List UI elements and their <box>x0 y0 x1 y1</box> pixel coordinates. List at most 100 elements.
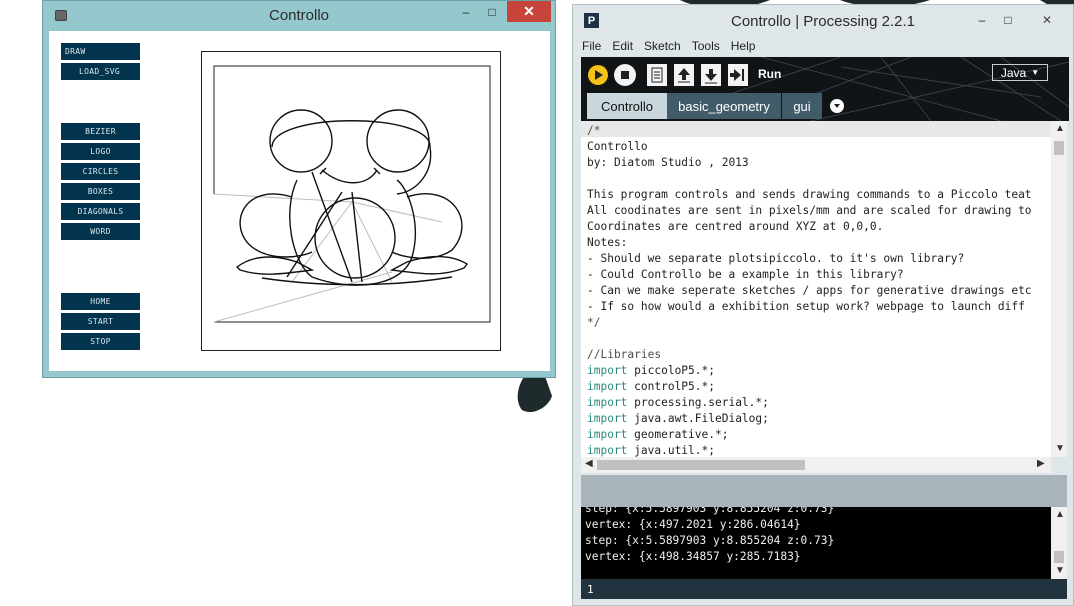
console-line: step: {x:5.5897903 y:8.855204 z:0.73} <box>585 507 835 515</box>
title-bar[interactable]: Controllo – □ ✕ <box>43 1 555 31</box>
controllo-sketch-window: Controllo – □ ✕ DRAW LOAD_SVG BEZIER LOG… <box>42 0 556 378</box>
load-svg-label: LOAD_SVG <box>79 67 120 76</box>
editor-vertical-scrollbar[interactable]: ▲ ▼ <box>1051 121 1067 457</box>
menu-sketch[interactable]: Sketch <box>643 39 682 57</box>
import-keyword: import <box>587 380 628 393</box>
code-line-import: import java.awt.FileDialog; <box>587 411 1032 427</box>
menu-file[interactable]: File <box>581 39 602 57</box>
scroll-thumb[interactable] <box>597 460 805 470</box>
minimize-button[interactable]: – <box>455 1 477 22</box>
start-button[interactable]: START <box>61 313 140 330</box>
mode-selector[interactable]: Java ▼ <box>992 64 1048 81</box>
logo-button[interactable]: LOGO <box>61 143 140 160</box>
menu-tools[interactable]: Tools <box>691 39 721 57</box>
code-line: - Should we separate plotsipiccolo. to i… <box>587 252 965 265</box>
import-keyword: import <box>587 428 628 441</box>
open-sketch-button[interactable] <box>674 64 694 86</box>
scroll-up-icon[interactable]: ▲ <box>1055 123 1065 134</box>
code-line: - If so how would a exhibition setup wor… <box>587 300 1025 313</box>
menu-help[interactable]: Help <box>730 39 757 57</box>
new-sketch-button[interactable] <box>647 64 667 86</box>
code-line: All coodinates are sent in pixels/mm and… <box>587 204 1032 217</box>
new-file-icon <box>651 67 663 83</box>
console-scrollbar[interactable]: ▲ ▼ <box>1051 507 1067 579</box>
tab-gui[interactable]: gui <box>782 93 822 119</box>
maximize-button[interactable]: □ <box>481 1 503 22</box>
scroll-right-icon[interactable]: ▶ <box>1037 458 1045 469</box>
editor-horizontal-scrollbar[interactable]: ◀ ▶ <box>581 457 1051 473</box>
maximize-button[interactable]: □ <box>997 9 1019 30</box>
import-target: java.util.*; <box>627 444 715 457</box>
code-line: This program controls and sends drawing … <box>587 188 1032 201</box>
stop-button[interactable]: STOP <box>61 333 140 350</box>
bezier-button[interactable]: BEZIER <box>61 123 140 140</box>
tab-menu-button[interactable] <box>830 99 844 113</box>
code-line-import: import piccoloP5.*; <box>587 363 1032 379</box>
export-arrow-icon <box>730 69 744 81</box>
code-text: /* Controllo by: Diatom Studio , 2013 This… <box>587 123 1032 457</box>
title-bar[interactable]: P Controllo | Processing 2.2.1 – □ ✕ <box>573 5 1073 37</box>
menu-edit[interactable]: Edit <box>611 39 634 57</box>
code-line-import: import java.util.*; <box>587 443 1032 457</box>
code-line: Notes: <box>587 236 628 249</box>
code-line: Controllo <box>587 140 648 153</box>
minimize-button[interactable]: – <box>971 9 993 30</box>
word-button[interactable]: WORD <box>61 223 140 240</box>
import-target: controlP5.*; <box>627 380 715 393</box>
tab-controllo[interactable]: Controllo <box>587 93 667 119</box>
draw-button[interactable]: DRAW <box>61 43 140 60</box>
code-line: - Can we make seperate sketches / apps f… <box>587 284 1032 297</box>
import-target: piccoloP5.*; <box>627 364 715 377</box>
diagonals-button[interactable]: DIAGONALS <box>61 203 140 220</box>
console-line: vertex: {x:498.34857 y:285.7183} <box>585 550 801 563</box>
mode-value: Java <box>1000 65 1027 80</box>
import-target: geomerative.*; <box>627 428 729 441</box>
stop-sketch-button[interactable] <box>614 64 636 86</box>
scroll-left-icon[interactable]: ◀ <box>585 458 593 469</box>
tab-basic-geometry[interactable]: basic_geometry <box>667 93 781 119</box>
stop-icon <box>621 71 629 79</box>
import-keyword: import <box>587 412 628 425</box>
code-line-import: import controlP5.*; <box>587 379 1032 395</box>
close-button[interactable]: ✕ <box>507 1 551 22</box>
import-target: java.awt.FileDialog; <box>627 412 769 425</box>
export-button[interactable] <box>728 64 748 86</box>
code-line-import: import geomerative.*; <box>587 427 1032 443</box>
import-keyword: import <box>587 364 628 377</box>
scroll-thumb[interactable] <box>1054 551 1064 563</box>
code-line: */ <box>587 316 601 329</box>
scroll-down-icon[interactable]: ▼ <box>1055 565 1065 576</box>
chevron-down-icon: ▼ <box>1031 68 1040 77</box>
frog-drawing <box>213 65 491 323</box>
home-button[interactable]: HOME <box>61 293 140 310</box>
scroll-up-icon[interactable]: ▲ <box>1055 509 1065 520</box>
toolbar-status-label: Run <box>758 67 782 81</box>
line-number: 1 <box>587 583 594 596</box>
console-output: step: {x:5.5897903 y:8.855204 z:0.73} ver… <box>581 507 1051 579</box>
line-number-bar: 1 <box>581 579 1067 599</box>
close-button[interactable]: ✕ <box>1025 9 1069 30</box>
code-editor[interactable]: /* Controllo by: Diatom Studio , 2013 This… <box>581 121 1051 457</box>
upload-arrow-icon <box>678 68 690 83</box>
play-icon <box>595 70 603 80</box>
sketch-canvas: DRAW LOAD_SVG BEZIER LOGO CIRCLES BOXES … <box>49 31 550 371</box>
toolbar: Run Java ▼ Controllo basic_geometry gui <box>581 57 1069 121</box>
scroll-thumb[interactable] <box>1054 141 1064 155</box>
message-area <box>581 475 1067 507</box>
download-arrow-icon <box>705 69 717 84</box>
console-text: step: {x:5.5897903 y:8.855204 z:0.73} ver… <box>585 507 834 565</box>
import-target: processing.serial.*; <box>627 396 769 409</box>
load-svg-button[interactable]: LOAD_SVG <box>61 63 140 80</box>
code-line: Coordinates are centred around XYZ at 0,… <box>587 220 884 233</box>
code-line-import: import processing.serial.*; <box>587 395 1032 411</box>
run-button[interactable] <box>587 64 609 86</box>
window-title: Controllo <box>268 7 330 24</box>
save-sketch-button[interactable] <box>701 64 721 86</box>
boxes-button[interactable]: BOXES <box>61 183 140 200</box>
code-line: by: Diatom Studio , 2013 <box>587 156 749 169</box>
scroll-down-icon[interactable]: ▼ <box>1055 443 1065 454</box>
processing-ide-window: P Controllo | Processing 2.2.1 – □ ✕ Fil… <box>572 4 1074 606</box>
circles-button[interactable]: CIRCLES <box>61 163 140 180</box>
